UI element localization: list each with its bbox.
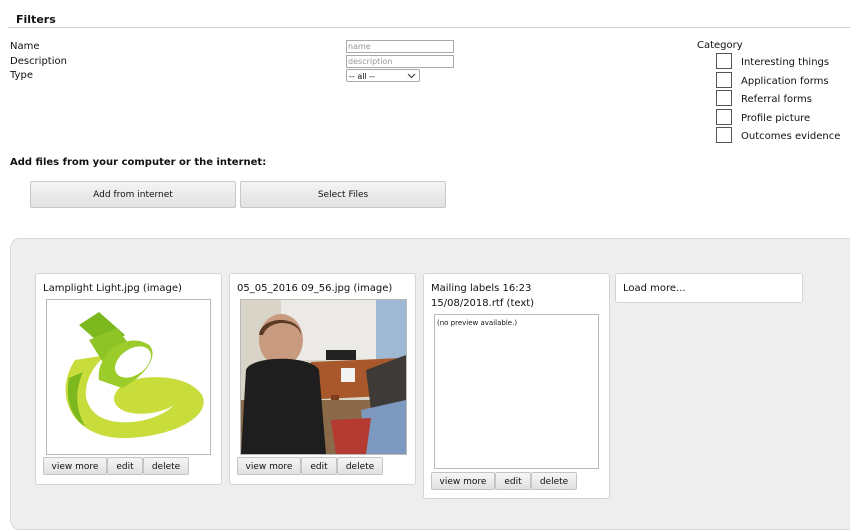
- filters-title: Filters: [16, 13, 56, 26]
- view-more-button[interactable]: view more: [431, 472, 495, 490]
- view-more-button[interactable]: view more: [237, 457, 301, 475]
- checkbox[interactable]: [716, 72, 732, 88]
- checkbox[interactable]: [716, 109, 732, 125]
- category-label: Outcomes evidence: [741, 131, 841, 142]
- edit-button[interactable]: edit: [301, 457, 337, 475]
- filters-divider: [8, 27, 850, 28]
- lamplight-logo-icon: [65, 312, 204, 439]
- file-card: Mailing labels 16:23 15/08/2018.rtf (tex…: [423, 273, 610, 499]
- file-title-line-2: 15/08/2018.rtf (text): [431, 298, 535, 309]
- file-title-line-1: Mailing labels 16:23: [431, 283, 532, 294]
- category-label: Referral forms: [741, 94, 812, 105]
- file-title: Lamplight Light.jpg (image): [43, 283, 182, 294]
- name-label: Name: [10, 41, 40, 52]
- file-title: Mailing labels 16:23 15/08/2018.rtf (tex…: [431, 281, 534, 311]
- type-select-value: -- all --: [349, 72, 375, 81]
- description-input[interactable]: description: [346, 55, 454, 68]
- select-files-button[interactable]: Select Files: [240, 181, 446, 208]
- file-card: Lamplight Light.jpg (image) view more ed…: [35, 273, 222, 485]
- checkbox[interactable]: [716, 53, 732, 69]
- delete-button[interactable]: delete: [337, 457, 383, 475]
- checkbox[interactable]: [716, 90, 732, 106]
- file-card: 05_05_2016 09_56.jpg (image) view more e…: [229, 273, 416, 485]
- category-title: Category: [697, 40, 743, 51]
- checkbox[interactable]: [716, 127, 732, 143]
- file-preview[interactable]: [46, 299, 211, 455]
- load-more-button[interactable]: Load more...: [615, 273, 803, 303]
- type-label: Type: [10, 70, 33, 81]
- load-more-label: Load more...: [623, 283, 686, 294]
- file-preview[interactable]: [240, 299, 407, 455]
- chevron-down-icon: [407, 70, 416, 83]
- photo-image: [241, 300, 406, 454]
- file-preview[interactable]: (no preview available.): [434, 314, 599, 469]
- add-files-title: Add files from your computer or the inte…: [10, 157, 267, 168]
- category-label: Profile picture: [741, 113, 811, 124]
- category-label: Application forms: [741, 76, 829, 87]
- edit-button[interactable]: edit: [495, 472, 531, 490]
- name-input[interactable]: name: [346, 40, 454, 53]
- type-select[interactable]: -- all --: [346, 69, 420, 82]
- no-preview-text: (no preview available.): [437, 319, 518, 327]
- view-more-button[interactable]: view more: [43, 457, 107, 475]
- category-label: Interesting things: [741, 57, 830, 68]
- description-label: Description: [10, 56, 67, 67]
- delete-button[interactable]: delete: [143, 457, 189, 475]
- add-from-internet-button[interactable]: Add from internet: [30, 181, 236, 208]
- delete-button[interactable]: delete: [531, 472, 577, 490]
- edit-button[interactable]: edit: [107, 457, 143, 475]
- file-title: 05_05_2016 09_56.jpg (image): [237, 283, 393, 294]
